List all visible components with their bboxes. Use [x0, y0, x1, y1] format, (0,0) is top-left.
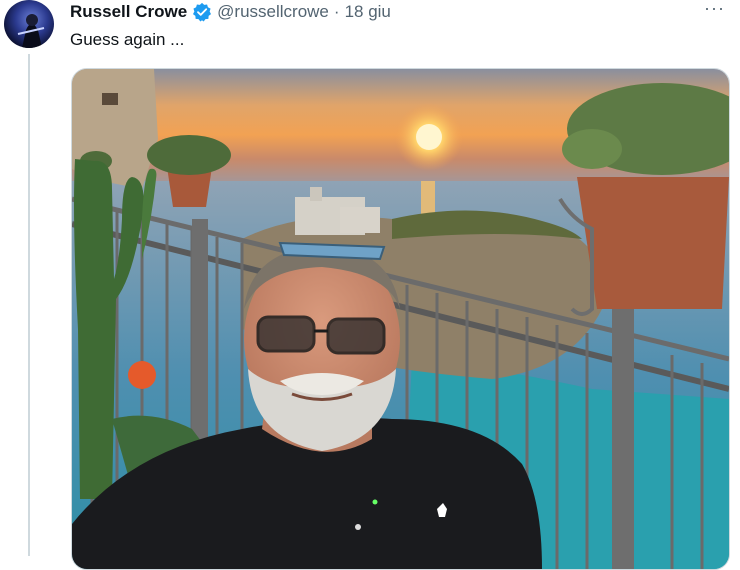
tweet-header: Russell Crowe @russellcrowe · 18 giu — [70, 0, 391, 24]
author-handle[interactable]: @russellcrowe — [217, 2, 329, 22]
thread-line — [28, 54, 30, 556]
tweet-photo[interactable] — [71, 68, 730, 570]
avatar[interactable] — [4, 0, 54, 48]
tweet-date[interactable]: 18 giu — [345, 2, 391, 22]
more-options-icon[interactable]: ··· — [704, 0, 726, 17]
author-name[interactable]: Russell Crowe — [70, 2, 187, 22]
tweet-text: Guess again ... — [70, 30, 185, 49]
selfie-photo — [72, 69, 729, 569]
avatar-image — [17, 14, 45, 48]
separator-dot: · — [333, 2, 340, 21]
verified-badge-icon — [192, 2, 212, 22]
